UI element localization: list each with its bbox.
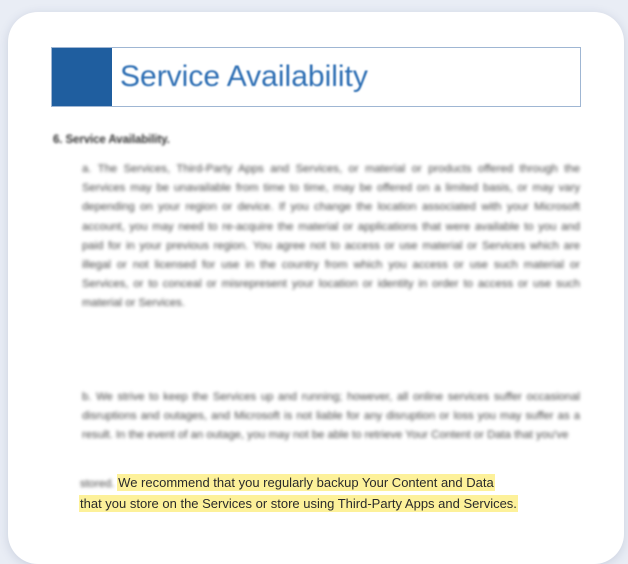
section-heading: 6. Service Availability. xyxy=(53,134,170,146)
paragraph-b: b. We strive to keep the Services up and… xyxy=(82,391,580,442)
highlight-line-1: We recommend that you regularly backup Y… xyxy=(118,475,494,490)
paragraph-a: a. The Services, Third-Party Apps and Se… xyxy=(82,163,580,310)
title-accent-block xyxy=(52,48,112,106)
highlight-line-2: that you store on the Services or store … xyxy=(80,496,517,511)
section-title-bar: Service Availability xyxy=(51,47,581,107)
page-title: Service Availability xyxy=(120,60,368,93)
stored-word: stored. xyxy=(80,478,115,490)
highlighted-passage: stored. We recommend that you regularly … xyxy=(80,473,583,514)
